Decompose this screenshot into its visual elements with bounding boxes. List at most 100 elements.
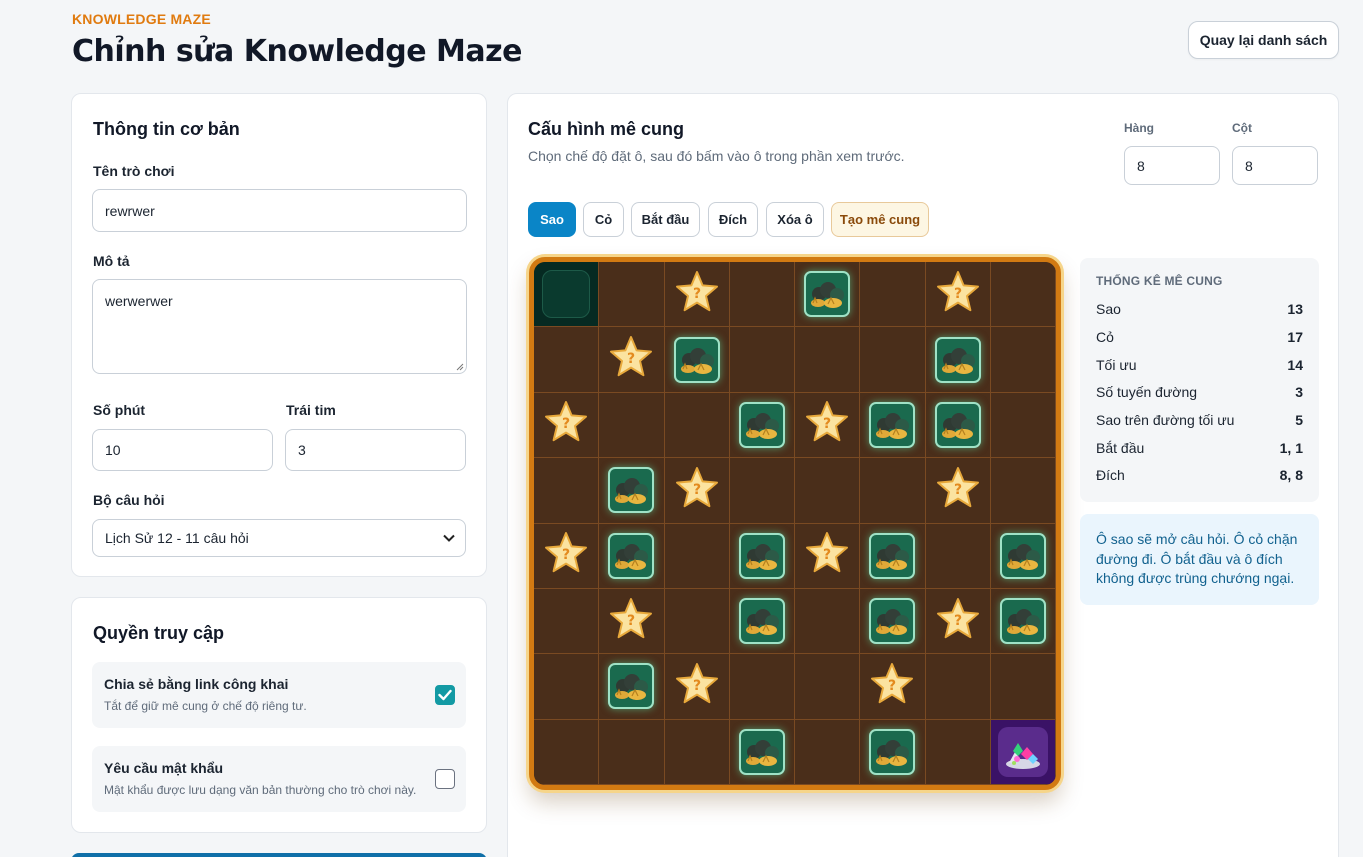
maze-cell[interactable]: ? bbox=[599, 327, 665, 393]
maze-cell[interactable] bbox=[860, 262, 926, 328]
rows-input[interactable]: 8 bbox=[1124, 146, 1220, 185]
maze-cell[interactable]: ? bbox=[664, 654, 730, 720]
maze-cell[interactable] bbox=[860, 458, 926, 524]
mode-erase-button[interactable]: Xóa ô bbox=[766, 202, 824, 237]
maze-cell[interactable] bbox=[599, 458, 665, 524]
maze-cell[interactable] bbox=[860, 719, 926, 785]
maze-cell[interactable]: ? bbox=[534, 523, 600, 589]
maze-cell[interactable] bbox=[664, 588, 730, 655]
maze-cell[interactable]: ? bbox=[795, 392, 861, 459]
maze-cell[interactable] bbox=[729, 523, 795, 589]
mode-goal-button[interactable]: Đích bbox=[708, 202, 758, 237]
password-desc: Mật khẩu được lưu dạng văn bản thường ch… bbox=[104, 783, 417, 797]
mode-start-button[interactable]: Bắt đầu bbox=[631, 202, 700, 237]
maze-cell[interactable] bbox=[925, 719, 991, 785]
maze-cell[interactable] bbox=[729, 654, 795, 720]
maze-cell[interactable] bbox=[729, 262, 795, 328]
maze-cell[interactable] bbox=[795, 588, 861, 655]
password-checkbox[interactable] bbox=[435, 769, 455, 789]
maze-cell[interactable] bbox=[664, 719, 730, 785]
maze-cell[interactable]: ? bbox=[599, 588, 665, 655]
stat-label: Cỏ bbox=[1096, 329, 1114, 345]
maze-cell[interactable] bbox=[534, 262, 600, 328]
maze-cell[interactable] bbox=[795, 654, 861, 720]
maze-cell[interactable] bbox=[990, 523, 1056, 589]
star-question-icon: ? bbox=[543, 530, 589, 581]
grass-bush-icon bbox=[738, 728, 785, 775]
resize-grip-icon[interactable] bbox=[455, 362, 464, 371]
maze-cell[interactable] bbox=[990, 654, 1056, 720]
maze-cell[interactable] bbox=[729, 392, 795, 459]
maze-cell[interactable]: ? bbox=[795, 523, 861, 589]
minutes-input[interactable]: 10 bbox=[92, 429, 273, 471]
maze-cell[interactable]: ? bbox=[860, 654, 926, 720]
maze-cell[interactable] bbox=[860, 523, 926, 589]
maze-grid: ????????????? bbox=[534, 262, 1056, 785]
maze-cell[interactable] bbox=[795, 327, 861, 393]
stat-label: Số tuyến đường bbox=[1096, 384, 1198, 400]
mode-star-button[interactable]: Sao bbox=[528, 202, 576, 237]
maze-cell[interactable] bbox=[534, 327, 600, 393]
maze-cell[interactable] bbox=[599, 523, 665, 589]
maze-cell[interactable] bbox=[795, 458, 861, 524]
hearts-input[interactable]: 3 bbox=[285, 429, 466, 471]
maze-cell[interactable] bbox=[990, 588, 1056, 655]
maze-cell[interactable] bbox=[599, 262, 665, 328]
maze-cell[interactable] bbox=[729, 327, 795, 393]
maze-cell[interactable] bbox=[599, 392, 665, 459]
maze-cell[interactable] bbox=[925, 523, 991, 589]
maze-cell[interactable] bbox=[990, 458, 1056, 524]
svg-text:?: ? bbox=[693, 482, 701, 498]
maze-cell[interactable] bbox=[795, 262, 861, 328]
save-button[interactable] bbox=[71, 853, 487, 857]
stat-label: Sao trên đường tối ưu bbox=[1096, 412, 1235, 428]
star-question-icon: ? bbox=[608, 596, 654, 647]
maze-cell[interactable] bbox=[860, 588, 926, 655]
public-link-option[interactable]: Chia sẻ bằng link công khai Tắt để giữ m… bbox=[92, 662, 466, 728]
star-question-icon: ? bbox=[869, 661, 915, 712]
maze-cell[interactable] bbox=[860, 327, 926, 393]
password-option[interactable]: Yêu cầu mật khẩu Mật khẩu được lưu dạng … bbox=[92, 746, 466, 812]
maze-cell[interactable] bbox=[599, 719, 665, 785]
svg-text:?: ? bbox=[627, 613, 635, 629]
description-textarea[interactable]: werwerwer bbox=[92, 279, 467, 374]
cols-input[interactable]: 8 bbox=[1232, 146, 1318, 185]
start-marker bbox=[542, 270, 591, 319]
maze-cell[interactable] bbox=[990, 262, 1056, 328]
game-name-input[interactable]: rewrwer bbox=[92, 189, 467, 232]
maze-cell[interactable] bbox=[664, 392, 730, 459]
maze-cell[interactable] bbox=[925, 654, 991, 720]
maze-cell[interactable] bbox=[925, 392, 991, 459]
maze-cell[interactable]: ? bbox=[925, 588, 991, 655]
maze-cell[interactable] bbox=[534, 719, 600, 785]
maze-cell[interactable] bbox=[925, 327, 991, 393]
maze-cell[interactable]: ? bbox=[664, 262, 730, 328]
back-to-list-button[interactable]: Quay lại danh sách bbox=[1188, 21, 1339, 59]
maze-cell[interactable]: ? bbox=[534, 392, 600, 459]
hearts-value: 3 bbox=[298, 442, 306, 458]
grass-bush-icon bbox=[869, 532, 916, 579]
public-link-checkbox[interactable] bbox=[435, 685, 455, 705]
maze-cell[interactable] bbox=[664, 327, 730, 393]
maze-cell[interactable] bbox=[729, 588, 795, 655]
maze-cell[interactable] bbox=[534, 588, 600, 655]
question-set-select[interactable]: Lịch Sử 12 - 11 câu hỏi bbox=[92, 519, 466, 557]
maze-cell[interactable] bbox=[599, 654, 665, 720]
generate-maze-button[interactable]: Tạo mê cung bbox=[831, 202, 929, 237]
maze-cell[interactable] bbox=[664, 523, 730, 589]
maze-cell[interactable] bbox=[534, 458, 600, 524]
svg-text:?: ? bbox=[954, 286, 962, 302]
star-question-icon: ? bbox=[543, 399, 589, 450]
maze-cell[interactable] bbox=[990, 327, 1056, 393]
maze-cell[interactable]: ? bbox=[925, 262, 991, 328]
maze-cell[interactable] bbox=[860, 392, 926, 459]
maze-cell[interactable] bbox=[534, 654, 600, 720]
mode-grass-button[interactable]: Cỏ bbox=[583, 202, 624, 237]
maze-cell[interactable] bbox=[990, 719, 1056, 785]
maze-cell[interactable]: ? bbox=[664, 458, 730, 524]
maze-cell[interactable]: ? bbox=[925, 458, 991, 524]
maze-cell[interactable] bbox=[729, 719, 795, 785]
maze-cell[interactable] bbox=[729, 458, 795, 524]
maze-cell[interactable] bbox=[990, 392, 1056, 459]
maze-cell[interactable] bbox=[795, 719, 861, 785]
